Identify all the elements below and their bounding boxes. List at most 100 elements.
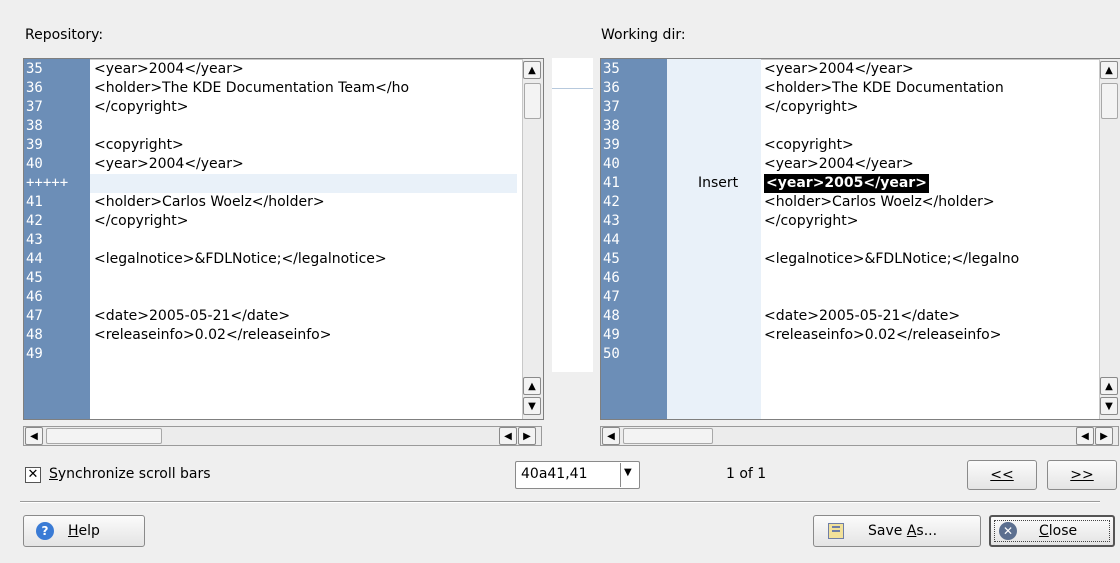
code-line: 43 bbox=[24, 231, 543, 250]
code-line: +++++ bbox=[24, 174, 543, 193]
code-line: 40 <year>2004</year> bbox=[601, 155, 1120, 174]
next-diff-button[interactable]: >> bbox=[1047, 460, 1117, 490]
scroll-down-button[interactable]: ▼ bbox=[1100, 397, 1118, 415]
close-button[interactable]: ✕ Close bbox=[989, 515, 1115, 547]
scroll-up-button[interactable]: ▲ bbox=[1100, 61, 1118, 79]
repository-horizontal-scrollbar[interactable]: ◀ ◀ ▶ bbox=[23, 426, 542, 446]
sync-scroll-label[interactable]: Synchronize scroll bars bbox=[49, 466, 211, 482]
code-line: 45 bbox=[24, 269, 543, 288]
line-text: </copyright> bbox=[764, 213, 859, 229]
diff-connector bbox=[552, 88, 593, 89]
scroll-left-button[interactable]: ◀ bbox=[499, 427, 517, 445]
line-text: <holder>Carlos Woelz</holder> bbox=[764, 194, 995, 210]
diff-counter: 1 of 1 bbox=[726, 466, 767, 482]
line-text: <releaseinfo>0.02</releaseinfo> bbox=[94, 327, 332, 343]
code-line: 48 <releaseinfo>0.02</releaseinfo> bbox=[24, 326, 543, 345]
change-highlight bbox=[90, 174, 517, 193]
code-line: 37 </copyright> bbox=[601, 98, 1120, 117]
code-line: 43 </copyright> bbox=[601, 212, 1120, 231]
code-line: 35 <year>2004</year> bbox=[24, 60, 543, 79]
line-number: 46 bbox=[26, 289, 43, 305]
line-text: </copyright> bbox=[94, 213, 189, 229]
previous-diff-button[interactable]: << bbox=[967, 460, 1037, 490]
scroll-right-button[interactable]: ▶ bbox=[1095, 427, 1113, 445]
line-number: 37 bbox=[26, 99, 43, 115]
line-number: 49 bbox=[26, 346, 43, 362]
working-dir-label: Working dir: bbox=[601, 27, 686, 43]
sync-scroll-checkbox[interactable]: ✕ bbox=[25, 467, 41, 483]
code-line: 46 bbox=[601, 269, 1120, 288]
diff-selector[interactable]: 40a41,41 ▼ bbox=[515, 461, 640, 489]
scroll-left-button[interactable]: ◀ bbox=[25, 427, 43, 445]
scroll-left-button[interactable]: ◀ bbox=[602, 427, 620, 445]
line-number: 48 bbox=[26, 327, 43, 343]
help-button[interactable]: ? Help bbox=[23, 515, 145, 547]
sync-scroll-mnemonic: S bbox=[49, 466, 58, 482]
code-line: 40 <year>2004</year> bbox=[24, 155, 543, 174]
line-text: <holder>The KDE Documentation bbox=[764, 80, 1004, 96]
line-text: <year>2005</year> bbox=[764, 174, 929, 193]
scroll-thumb[interactable] bbox=[623, 428, 713, 444]
line-text: <holder>The KDE Documentation Team</ho bbox=[94, 80, 410, 96]
scroll-thumb[interactable] bbox=[46, 428, 162, 444]
repository-view[interactable]: 35 <year>2004</year> 36 <holder>The KDE Doc… bbox=[23, 58, 544, 420]
line-number: +++++ bbox=[26, 175, 69, 191]
line-number: 35 bbox=[603, 61, 620, 77]
scroll-down-button[interactable]: ▼ bbox=[523, 397, 541, 415]
scroll-left-button[interactable]: ◀ bbox=[1076, 427, 1094, 445]
line-number: 37 bbox=[603, 99, 620, 115]
code-line: 44 bbox=[601, 231, 1120, 250]
scroll-up-button[interactable]: ▲ bbox=[523, 377, 541, 395]
line-number: 46 bbox=[603, 270, 620, 286]
line-number: 43 bbox=[603, 213, 620, 229]
save-as-label-prefix: Save bbox=[868, 523, 907, 539]
code-line: 50 bbox=[601, 345, 1120, 364]
line-number: 41 bbox=[26, 194, 43, 210]
code-line: 38 bbox=[24, 117, 543, 136]
next-diff-label: >> bbox=[1070, 467, 1094, 483]
scroll-up-button[interactable]: ▲ bbox=[1100, 377, 1118, 395]
scroll-thumb[interactable] bbox=[1101, 83, 1118, 119]
line-number: 45 bbox=[603, 251, 620, 267]
scroll-right-button[interactable]: ▶ bbox=[518, 427, 536, 445]
code-line: 49 bbox=[24, 345, 543, 364]
line-text: <date>2005-05-21</date> bbox=[764, 308, 961, 324]
code-line: 42 </copyright> bbox=[24, 212, 543, 231]
save-as-icon bbox=[828, 523, 844, 539]
sync-scroll-label-text: ynchronize scroll bars bbox=[57, 466, 211, 482]
save-as-label: s... bbox=[916, 523, 938, 539]
line-text: <year>2004</year> bbox=[94, 61, 244, 77]
line-text: <year>2004</year> bbox=[764, 61, 914, 77]
line-text: <date>2005-05-21</date> bbox=[94, 308, 291, 324]
save-as-button[interactable]: Save As... bbox=[813, 515, 981, 547]
line-text: <legalnotice>&FDLNotice;</legalno bbox=[764, 251, 1020, 267]
diff-selector-value: 40a41,41 bbox=[521, 466, 588, 482]
help-label: elp bbox=[78, 523, 100, 539]
repository-label: Repository: bbox=[25, 27, 104, 43]
line-number: 36 bbox=[603, 80, 620, 96]
line-number: 47 bbox=[603, 289, 620, 305]
scroll-thumb[interactable] bbox=[524, 83, 541, 119]
code-line: 48 <date>2005-05-21</date> bbox=[601, 307, 1120, 326]
code-line: 49 <releaseinfo>0.02</releaseinfo> bbox=[601, 326, 1120, 345]
line-number: 44 bbox=[26, 251, 43, 267]
code-line: 42 <holder>Carlos Woelz</holder> bbox=[601, 193, 1120, 212]
code-line: 46 bbox=[24, 288, 543, 307]
code-line: 41 Insert <year>2005</year> bbox=[601, 174, 1120, 193]
line-text: </copyright> bbox=[94, 99, 189, 115]
repository-vertical-scrollbar[interactable]: ▲ ▲ ▼ bbox=[522, 59, 543, 419]
save-as-mnemonic: A bbox=[906, 523, 917, 539]
scroll-up-button[interactable]: ▲ bbox=[523, 61, 541, 79]
code-line: 36 <holder>The KDE Documentation bbox=[601, 79, 1120, 98]
diff-selector-divider bbox=[620, 463, 621, 487]
line-text: <legalnotice>&FDLNotice;</legalnotice> bbox=[94, 251, 387, 267]
line-number: 36 bbox=[26, 80, 43, 96]
line-text: <year>2004</year> bbox=[764, 156, 914, 172]
chevron-down-icon[interactable]: ▼ bbox=[624, 467, 632, 478]
working-dir-vertical-scrollbar[interactable]: ▲ ▲ ▼ bbox=[1099, 59, 1120, 419]
line-number: 38 bbox=[603, 118, 620, 134]
code-line: 47 <date>2005-05-21</date> bbox=[24, 307, 543, 326]
working-dir-horizontal-scrollbar[interactable]: ◀ ◀ ▶ bbox=[600, 426, 1119, 446]
line-number: 43 bbox=[26, 232, 43, 248]
working-dir-view[interactable]: 35 <year>2004</year> 36 <holder>The KDE Doc… bbox=[600, 58, 1120, 420]
